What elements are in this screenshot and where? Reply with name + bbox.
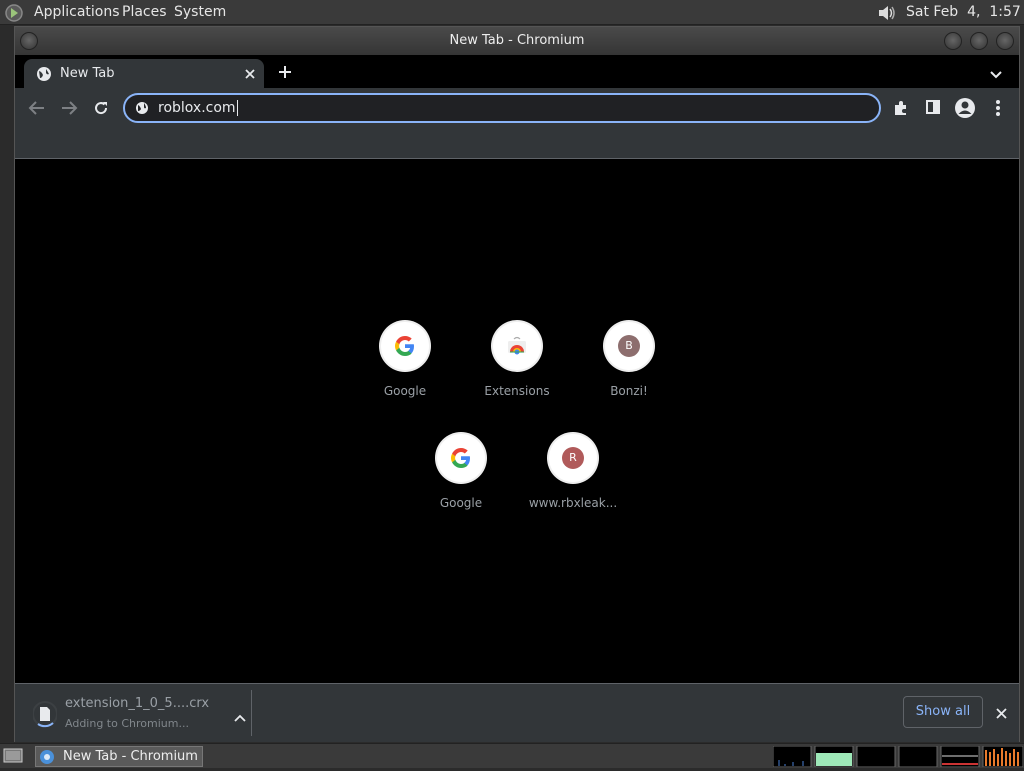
letter-avatar: R xyxy=(562,447,584,469)
close-tab-icon[interactable] xyxy=(243,67,257,81)
clock[interactable]: Sat Feb 4, 1:57 PM xyxy=(906,0,1024,25)
chrome-webstore-icon xyxy=(493,322,541,370)
taskbar-window-button[interactable]: New Tab - Chromium xyxy=(35,746,203,767)
taskbar-window-label: New Tab - Chromium xyxy=(63,749,198,764)
maximize-button[interactable] xyxy=(970,32,988,50)
bookmarks-bar xyxy=(15,128,1019,159)
show-all-button[interactable]: Show all xyxy=(903,696,983,728)
shortcut-bonzi[interactable]: B Bonzi! xyxy=(573,322,685,434)
window-title: New Tab - Chromium xyxy=(449,33,585,48)
window-menu-button[interactable] xyxy=(20,32,38,50)
show-desktop-icon[interactable] xyxy=(3,748,23,765)
system-menu[interactable]: System xyxy=(174,0,226,25)
shortcut-label: Google xyxy=(439,496,483,510)
tab-new-tab[interactable]: New Tab xyxy=(24,59,264,88)
shortcut-label: Google xyxy=(383,384,427,398)
shortcut-google-2[interactable]: Google xyxy=(405,434,517,546)
distro-logo-icon[interactable] xyxy=(4,3,24,23)
letter-avatar: B xyxy=(618,335,640,357)
minimize-button[interactable] xyxy=(944,32,962,50)
browser-window: New Tab - Chromium New Tab roblox.com Go… xyxy=(14,26,1020,742)
shortcut-label: www.rbxleak... xyxy=(528,496,618,510)
profile-avatar-icon[interactable] xyxy=(954,97,976,119)
shortcut-label: Extensions xyxy=(484,384,550,398)
tab-search-chevron-icon[interactable] xyxy=(989,66,1003,79)
site-letter-icon: B xyxy=(605,322,653,370)
bottom-panel: New Tab - Chromium xyxy=(0,743,1024,768)
download-item[interactable]: extension_1_0_5....crx Adding to Chromiu… xyxy=(27,690,249,736)
globe-icon xyxy=(36,66,52,82)
reload-icon[interactable] xyxy=(93,100,109,116)
close-shelf-icon[interactable] xyxy=(995,705,1008,719)
download-divider xyxy=(251,690,252,736)
tab-strip: New Tab xyxy=(15,55,1019,88)
download-chevron-up-icon[interactable] xyxy=(234,708,246,722)
tab-title: New Tab xyxy=(60,66,115,81)
close-window-button[interactable] xyxy=(996,32,1014,50)
google-logo-icon xyxy=(381,322,429,370)
address-bar[interactable]: roblox.com xyxy=(123,93,881,123)
places-menu[interactable]: Places xyxy=(122,0,167,25)
download-status: Adding to Chromium... xyxy=(65,717,189,730)
forward-arrow-icon[interactable] xyxy=(60,100,78,116)
shortcut-google[interactable]: Google xyxy=(349,322,461,434)
top-panel: Applications Places System Sat Feb 4, 1:… xyxy=(0,0,1024,25)
back-arrow-icon[interactable] xyxy=(28,100,46,116)
extensions-puzzle-icon[interactable] xyxy=(892,99,910,117)
file-icon xyxy=(32,700,58,728)
volume-icon[interactable] xyxy=(876,2,898,24)
system-monitor-applet[interactable] xyxy=(772,745,1024,768)
shortcut-rbxleak[interactable]: R www.rbxleak... xyxy=(517,434,629,546)
new-tab-page: Google Extensions B Bonzi! Google R www.… xyxy=(15,159,1019,683)
google-logo-icon xyxy=(437,434,485,482)
download-filename: extension_1_0_5....crx xyxy=(65,696,210,711)
side-panel-icon[interactable] xyxy=(925,99,941,115)
applications-menu[interactable]: Applications xyxy=(34,0,120,25)
download-shelf: extension_1_0_5....crx Adding to Chromiu… xyxy=(15,683,1019,742)
shortcut-label: Bonzi! xyxy=(610,384,648,398)
window-titlebar[interactable]: New Tab - Chromium xyxy=(15,27,1019,55)
site-globe-icon xyxy=(135,101,149,115)
shortcut-extensions[interactable]: Extensions xyxy=(461,322,573,434)
site-letter-icon: R xyxy=(549,434,597,482)
browser-toolbar: roblox.com xyxy=(15,88,1019,128)
more-menu-icon[interactable] xyxy=(995,99,1001,117)
chromium-icon xyxy=(39,749,55,765)
address-input[interactable]: roblox.com xyxy=(158,100,238,116)
new-tab-plus-icon[interactable] xyxy=(277,64,293,80)
